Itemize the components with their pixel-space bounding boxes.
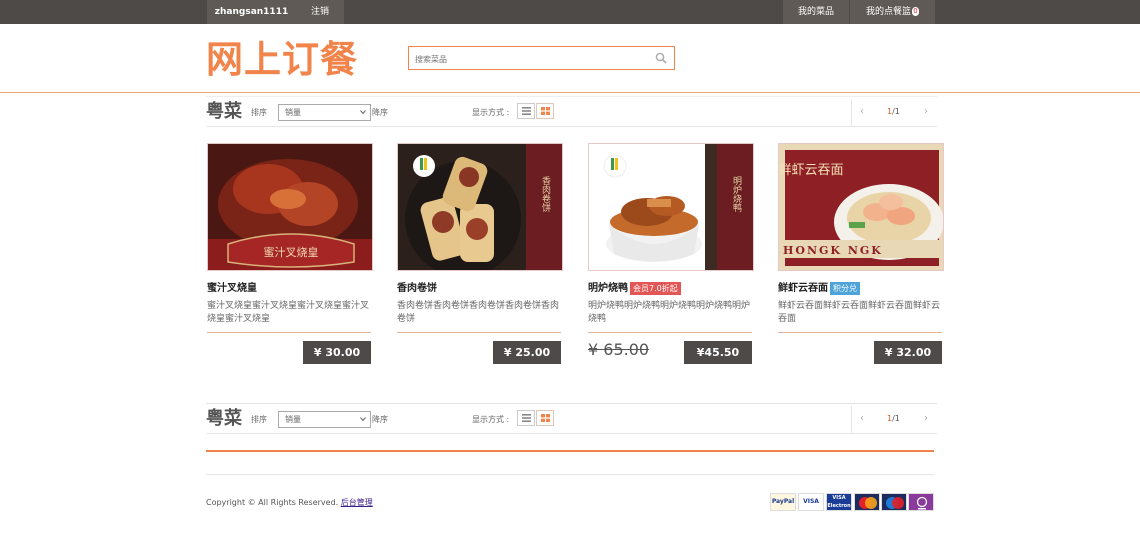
product-price[interactable]: ¥ 25.00 <box>493 341 561 364</box>
product-name-text: 鲜虾云吞面 <box>778 283 828 294</box>
total-pages: /1 <box>892 107 900 116</box>
category-title: 粤菜 <box>206 101 242 122</box>
card-divider <box>207 332 371 333</box>
category-title: 粤菜 <box>206 408 242 429</box>
order-toggle[interactable]: 降序 <box>372 414 388 426</box>
grid-view-button[interactable] <box>536 410 554 426</box>
product-name[interactable]: 鲜虾云吞面 积分兑 <box>778 282 860 296</box>
prev-page-button[interactable]: ‹ <box>860 414 864 424</box>
product-description: 香肉卷饼香肉卷饼香肉卷饼香肉卷饼香肉卷饼 <box>397 301 560 324</box>
visa-electron-icon: VISA Electron <box>826 493 852 511</box>
sort-label: 排序 <box>251 415 267 424</box>
member-discount-badge: 会员7.0折起 <box>630 282 681 295</box>
logout-link[interactable]: 注销 <box>296 0 344 24</box>
product-name[interactable]: 明炉烧鸭 会员7.0折起 <box>588 282 681 296</box>
product-description: 蜜汁叉烧皇蜜汁叉烧皇蜜汁叉烧皇蜜汁叉烧皇蜜汁叉烧皇 <box>207 301 370 324</box>
admin-link[interactable]: 后台管理 <box>341 498 373 507</box>
image-caption: 香肉卷饼 <box>540 176 551 213</box>
next-page-button[interactable]: › <box>924 107 928 117</box>
my-basket-link[interactable]: 我的点餐篮 0 <box>850 0 935 24</box>
list-view-button[interactable] <box>517 410 535 426</box>
payment-other-icon <box>908 493 934 511</box>
filter-bar-top: 粤菜 排序 销量 降序 显示方式 : ‹ 1/1 › <box>206 96 937 127</box>
product-name[interactable]: 香肉卷饼 <box>397 282 437 296</box>
sort-label: 排序 <box>251 108 267 117</box>
my-dishes-link[interactable]: 我的菜品 <box>783 0 849 24</box>
card-divider <box>588 332 752 333</box>
site-logo[interactable]: 网上订餐 <box>206 38 358 82</box>
card-divider <box>778 332 942 333</box>
view-mode-label: 显示方式 : <box>472 415 510 424</box>
footer-divider <box>206 474 934 475</box>
visa-icon: VISA <box>798 493 824 511</box>
list-view-icon <box>522 107 531 115</box>
mastercard-icon <box>854 493 880 511</box>
image-caption: 蜜汁叉烧皇 <box>264 245 319 259</box>
product-card[interactable]: HONGK NGK 鲜虾云吞面 鲜虾云吞面 积分兑 鲜虾云吞面鲜虾云吞面鲜虾云吞面… <box>778 143 944 367</box>
sort-select-value: 销量 <box>285 415 301 424</box>
product-price[interactable]: ¥45.50 <box>684 341 752 364</box>
image-caption: 明炉烧鸭 <box>731 176 742 213</box>
sort-select[interactable]: 销量 <box>278 104 371 121</box>
list-view-button[interactable] <box>517 103 535 119</box>
card-divider <box>397 332 561 333</box>
grid-view-icon <box>541 414 550 422</box>
product-description: 明炉烧鸭明炉烧鸭明炉烧鸭明炉烧鸭明炉烧鸭 <box>588 301 751 324</box>
points-redeem-badge: 积分兑 <box>830 282 860 295</box>
chevron-down-icon <box>360 110 366 115</box>
product-card[interactable]: 蜜汁叉烧皇 蜜汁叉烧皇 蜜汁叉烧皇蜜汁叉烧皇蜜汁叉烧皇蜜汁叉烧皇蜜汁叉烧皇 ¥ … <box>207 143 373 367</box>
paypal-icon: PayPal <box>770 493 796 511</box>
copyright: Copyright © All Rights Reserved. 后台管理 <box>206 497 373 509</box>
product-image[interactable]: HONGK NGK 鲜虾云吞面 <box>778 143 944 271</box>
top-bar: zhangsan1111 注销 我的菜品 我的点餐篮 0 <box>0 0 1140 24</box>
svg-text:HONGK NGK: HONGK NGK <box>783 244 883 257</box>
pagination: ‹ 1/1 › <box>851 406 937 433</box>
product-name[interactable]: 蜜汁叉烧皇 <box>207 282 257 296</box>
original-price: ¥ 65.00 <box>588 340 650 359</box>
product-price[interactable]: ¥ 30.00 <box>303 341 371 364</box>
product-name-text: 明炉烧鸭 <box>588 283 628 294</box>
total-pages: /1 <box>892 414 900 423</box>
my-basket-label: 我的点餐篮 <box>865 7 911 17</box>
grid-view-icon <box>541 107 550 115</box>
search-input[interactable] <box>415 48 655 71</box>
search-box <box>408 46 675 71</box>
product-price[interactable]: ¥ 32.00 <box>874 341 942 364</box>
page-indicator: 1/1 <box>887 107 900 117</box>
product-description: 鲜虾云吞面鲜虾云吞面鲜虾云吞面鲜虾云吞面 <box>778 301 941 324</box>
footer-accent-line <box>206 450 934 452</box>
product-card[interactable]: 明炉烧鸭 明炉烧鸭 会员7.0折起 明炉烧鸭明炉烧鸭明炉烧鸭明炉烧鸭明炉烧鸭 ¥ … <box>588 143 754 367</box>
view-mode-label: 显示方式 : <box>472 108 510 117</box>
username-link[interactable]: zhangsan1111 <box>207 0 296 24</box>
sort-select-value: 销量 <box>285 108 301 117</box>
image-caption: 鲜虾云吞面 <box>779 163 844 178</box>
product-card[interactable]: 香肉卷饼 香肉卷饼 香肉卷饼香肉卷饼香肉卷饼香肉卷饼香肉卷饼 ¥ 25.00 <box>397 143 563 367</box>
copyright-text: Copyright © All Rights Reserved. <box>206 498 339 507</box>
header-divider <box>0 92 1140 93</box>
product-image[interactable]: 香肉卷饼 <box>397 143 563 271</box>
grid-view-button[interactable] <box>536 103 554 119</box>
order-toggle[interactable]: 降序 <box>372 107 388 119</box>
pagination: ‹ 1/1 › <box>851 99 937 126</box>
list-view-icon <box>522 414 531 422</box>
maestro-icon <box>881 493 907 511</box>
basket-count-badge: 0 <box>912 7 919 16</box>
sort-select[interactable]: 销量 <box>278 411 371 428</box>
prev-page-button[interactable]: ‹ <box>860 107 864 117</box>
product-image[interactable]: 蜜汁叉烧皇 <box>207 143 373 271</box>
filter-bar-bottom: 粤菜 排序 销量 降序 显示方式 : ‹ 1/1 › <box>206 403 937 434</box>
product-image[interactable]: 明炉烧鸭 <box>588 143 754 271</box>
page-indicator: 1/1 <box>887 414 900 424</box>
chevron-down-icon <box>360 417 366 422</box>
next-page-button[interactable]: › <box>924 414 928 424</box>
search-icon[interactable] <box>655 52 667 64</box>
